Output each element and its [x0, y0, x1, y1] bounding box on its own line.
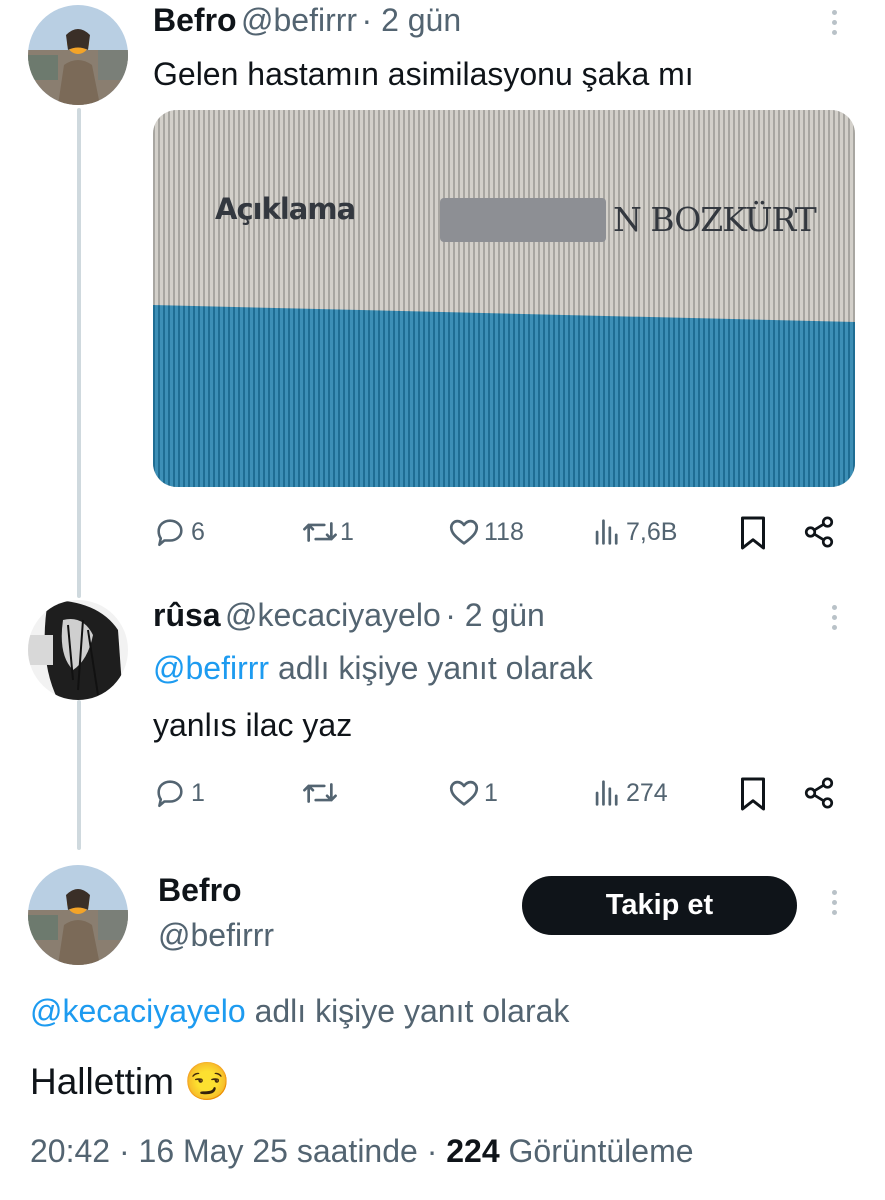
- avatar[interactable]: [28, 865, 128, 965]
- thread-line: [77, 700, 81, 850]
- tweet-text-body: Hallettim: [30, 1061, 174, 1102]
- bookmark-icon: [741, 777, 765, 811]
- author-handle[interactable]: @kecaciyayelo: [225, 597, 441, 633]
- like-count: 1: [484, 778, 498, 807]
- more-icon[interactable]: [829, 10, 839, 35]
- reply-count: 6: [191, 517, 205, 546]
- tweet-time[interactable]: · 2 gün: [445, 597, 545, 633]
- reply-icon: [157, 519, 183, 547]
- reply-to-link[interactable]: @befirrr: [153, 650, 269, 686]
- views-button[interactable]: 7,6B: [590, 515, 677, 549]
- tweet-header: rûsa @kecaciyayelo · 2 gün: [153, 597, 545, 634]
- like-icon: [449, 780, 479, 806]
- share-icon: [804, 777, 834, 809]
- follow-button[interactable]: Takip et: [522, 876, 797, 935]
- share-icon: [804, 516, 834, 548]
- tweet-meta: 20:42 · 16 May 25 saatinde · 224 Görüntü…: [30, 1133, 694, 1170]
- image-label-right: N BOZKÜRT: [613, 200, 817, 239]
- views-count: 224: [446, 1133, 500, 1169]
- author-name[interactable]: Befro: [153, 2, 237, 38]
- reply-count: 1: [191, 778, 205, 807]
- author-name[interactable]: rûsa: [153, 597, 221, 633]
- tweet-image[interactable]: Açıklama N BOZKÜRT: [153, 110, 855, 487]
- share-button[interactable]: [802, 515, 836, 549]
- retweet-icon: [303, 522, 337, 542]
- reply-to-link[interactable]: @kecaciyayelo: [30, 993, 246, 1029]
- views-count: 274: [626, 778, 668, 807]
- retweet-button[interactable]: [300, 776, 340, 810]
- retweet-button[interactable]: 1: [300, 515, 354, 549]
- thread-line: [77, 108, 81, 598]
- like-button[interactable]: 1: [446, 776, 498, 810]
- share-button[interactable]: [802, 776, 836, 810]
- retweet-icon: [303, 783, 337, 803]
- more-icon[interactable]: [829, 890, 839, 915]
- image-label-left: Açıklama: [215, 192, 356, 226]
- more-icon[interactable]: [829, 605, 839, 630]
- reply-icon: [157, 780, 183, 808]
- reply-context: @befirrr adlı kişiye yanıt olarak: [153, 650, 593, 687]
- reply-button[interactable]: 6: [153, 515, 205, 549]
- bookmark-button[interactable]: [738, 776, 768, 812]
- reply-to-suffix: adlı kişiye yanıt olarak: [277, 650, 593, 686]
- avatar[interactable]: [28, 600, 128, 700]
- reply-context: @kecaciyayelo adlı kişiye yanıt olarak: [30, 993, 569, 1030]
- like-count: 118: [484, 517, 524, 546]
- views-icon: [595, 519, 618, 545]
- like-button[interactable]: 118: [446, 515, 524, 549]
- views-label: Görüntüleme: [508, 1133, 694, 1169]
- like-icon: [449, 519, 479, 545]
- bookmark-button[interactable]: [738, 515, 768, 551]
- tweet-text: Hallettim 😏: [30, 1061, 230, 1104]
- views-icon: [595, 780, 618, 806]
- avatar[interactable]: [28, 5, 128, 105]
- author-handle[interactable]: @befirrr: [241, 2, 357, 38]
- author-handle[interactable]: @befirrr: [158, 917, 274, 954]
- timestamp[interactable]: 20:42 · 16 May 25 saatinde ·: [30, 1133, 437, 1169]
- tweet-time[interactable]: · 2 gün: [362, 2, 462, 38]
- reply-to-suffix: adlı kişiye yanıt olarak: [254, 993, 570, 1029]
- author-name[interactable]: Befro: [158, 872, 242, 909]
- tweet-text: yanlıs ilac yaz: [153, 707, 353, 743]
- tweet-text: Gelen hastamın asimilasyonu şaka mı: [153, 56, 694, 92]
- reply-button[interactable]: 1: [153, 776, 205, 810]
- tweet-header: Befro @befirrr · 2 gün: [153, 2, 461, 39]
- smirk-emoji-icon: 😏: [184, 1061, 231, 1102]
- views-count: 7,6B: [626, 517, 678, 546]
- views-button[interactable]: 274: [590, 776, 668, 810]
- retweet-count: 1: [340, 517, 354, 546]
- bookmark-icon: [741, 516, 765, 550]
